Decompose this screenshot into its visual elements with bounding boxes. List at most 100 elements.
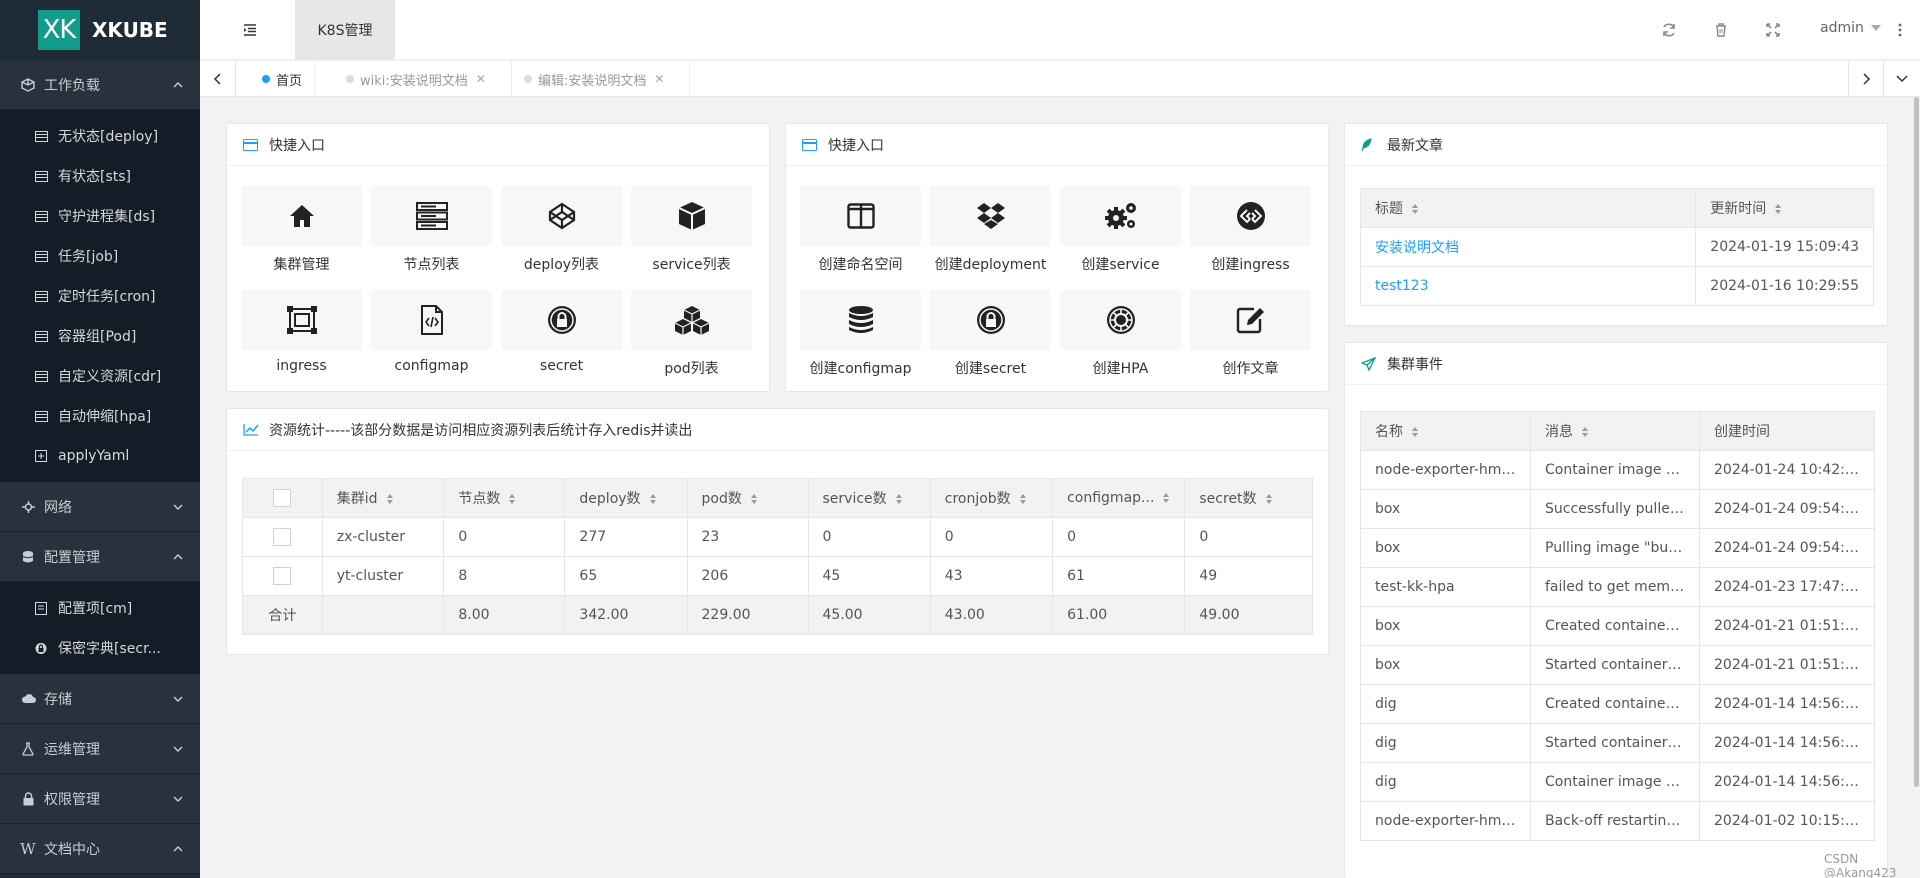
quick-create-service[interactable]: 创建service — [1060, 186, 1181, 290]
tab-scroll-left[interactable] — [200, 61, 236, 97]
column-header[interactable]: 标题 — [1359, 188, 1697, 228]
tab-k8s-manage[interactable]: K8S管理 — [295, 0, 395, 60]
tab-close-icon[interactable]: ✕ — [654, 72, 664, 86]
tab-home[interactable]: 首页 — [250, 61, 316, 97]
quick-service-list[interactable]: service列表 — [631, 186, 752, 290]
sort-icon[interactable] — [895, 493, 903, 505]
table-row[interactable]: 安装说明文档 2024-01-19 15:09:43 — [1359, 227, 1874, 267]
quick-pod-list[interactable]: pod列表 — [631, 290, 752, 394]
column-header[interactable]: secret数 — [1184, 478, 1313, 518]
sort-icon[interactable] — [1581, 426, 1589, 438]
column-header[interactable]: deploy数 — [564, 478, 688, 518]
tab-close-icon[interactable]: ✕ — [476, 72, 486, 86]
table-row[interactable]: zx-cluster 0 277 23 0 0 0 0 — [242, 517, 1313, 557]
column-header[interactable]: 节点数 — [443, 478, 566, 518]
nav-group-docs[interactable]: W 文档中心 — [0, 824, 200, 874]
column-header[interactable]: pod数 — [686, 478, 809, 518]
tab-scroll-right[interactable] — [1848, 61, 1884, 97]
nav-group-workload[interactable]: 工作负载 — [0, 60, 200, 110]
sort-icon[interactable] — [386, 493, 394, 505]
sort-icon[interactable] — [1265, 493, 1273, 505]
sort-icon[interactable] — [1411, 203, 1419, 215]
page-scrollbar-thumb[interactable] — [1914, 97, 1919, 787]
nav-group-network[interactable]: 网络 — [0, 482, 200, 532]
refresh-icon[interactable] — [1661, 22, 1677, 38]
table-row[interactable]: test-kk-hpa failed to get memor... 2024-01… — [1360, 567, 1875, 607]
quick-deploy-list[interactable]: deploy列表 — [501, 186, 622, 290]
sidebar-item-cdr[interactable]: 自定义资源[cdr] — [0, 356, 200, 396]
article-link-cell[interactable]: 安装说明文档 — [1359, 227, 1697, 267]
table-row[interactable]: box Pulling image "busy... 2024-01-24 09:5… — [1360, 528, 1875, 568]
quick-configmap[interactable]: configmap — [371, 290, 492, 394]
column-header[interactable]: 消息 — [1530, 411, 1700, 451]
table-row[interactable]: test123 2024-01-16 10:29:55 — [1359, 266, 1874, 306]
quick-secret[interactable]: secret — [501, 290, 622, 394]
sidebar-item-cron[interactable]: 定时任务[cron] — [0, 276, 200, 316]
tab-wiki[interactable]: wiki:安装说明文档 ✕ — [334, 61, 512, 97]
quick-create-ingress[interactable]: 创建ingress — [1190, 186, 1311, 290]
column-header[interactable]: service数 — [807, 478, 931, 518]
column-header[interactable]: cronjob数 — [929, 478, 1054, 518]
sidebar-item-sts[interactable]: 有状态[sts] — [0, 156, 200, 196]
nav-group-auth[interactable]: 权限管理 — [0, 774, 200, 824]
column-header[interactable]: configmap... — [1052, 478, 1186, 518]
tab-menu[interactable] — [1884, 61, 1920, 97]
fullscreen-icon[interactable] — [1765, 22, 1781, 38]
quick-create-hpa[interactable]: 创建HPA — [1060, 290, 1181, 394]
checkbox[interactable] — [273, 489, 292, 507]
quick-create-deployment[interactable]: 创建deployment — [930, 186, 1051, 290]
table-row[interactable]: box Started container box 2024-01-21 01:51… — [1360, 645, 1875, 685]
table-row[interactable]: dig Created container dig 2024-01-14 14:56… — [1360, 684, 1875, 724]
logo[interactable]: XK XKUBE — [0, 0, 200, 60]
nav-group-ops[interactable]: 运维管理 — [0, 724, 200, 774]
quick-cluster-manage[interactable]: 集群管理 — [241, 186, 362, 290]
table-row[interactable]: box Successfully pulled ... 2024-01-24 09:… — [1360, 489, 1875, 529]
sort-icon[interactable] — [750, 493, 758, 505]
sort-icon[interactable] — [1019, 493, 1027, 505]
table-row[interactable]: node-exporter-hmz2v Back-off restarting f… — [1360, 801, 1875, 841]
checkbox[interactable] — [273, 528, 292, 546]
table-row[interactable]: yt-cluster 8 65 206 45 43 61 49 — [242, 556, 1313, 596]
user-menu[interactable]: admin — [1820, 20, 1882, 36]
table-row[interactable]: box Created container box 2024-01-21 01:51… — [1360, 606, 1875, 646]
sort-icon[interactable] — [1411, 426, 1419, 438]
table-row[interactable]: node-exporter-hmz2v Container image "p...… — [1360, 450, 1875, 490]
column-header[interactable]: 集群id — [321, 478, 445, 518]
row-checkbox-cell[interactable] — [242, 517, 323, 557]
column-header[interactable]: 更新时间 — [1695, 188, 1874, 228]
sort-icon[interactable] — [1162, 492, 1170, 504]
table-row[interactable]: dig Container image "d... 2024-01-14 14:56… — [1360, 762, 1875, 802]
column-header[interactable]: 名称 — [1360, 411, 1531, 451]
quick-node-list[interactable]: 节点列表 — [371, 186, 492, 290]
sidebar-item-job[interactable]: 任务[job] — [0, 236, 200, 276]
tab-edit[interactable]: 编辑:安装说明文档 ✕ — [512, 61, 690, 97]
sidebar-item-cm[interactable]: 配置项[cm] — [0, 588, 200, 628]
sidebar-item-deploy[interactable]: 无状态[deploy] — [0, 116, 200, 156]
sidebar-item-ds[interactable]: 守护进程集[ds] — [0, 196, 200, 236]
article-link-cell[interactable]: test123 — [1359, 266, 1697, 306]
column-header[interactable]: 创建时间 — [1699, 411, 1875, 451]
nav-group-config[interactable]: 配置管理 — [0, 532, 200, 582]
more-vertical-icon[interactable] — [1892, 22, 1908, 38]
sort-icon[interactable] — [1774, 203, 1782, 215]
checkbox[interactable] — [273, 567, 292, 585]
sort-icon[interactable] — [649, 493, 657, 505]
article-link[interactable]: test123 — [1375, 278, 1429, 294]
sidebar-item-applyyaml[interactable]: applyYaml — [0, 436, 200, 476]
quick-create-secret[interactable]: 创建secret — [930, 290, 1051, 394]
nav-group-storage[interactable]: 存储 — [0, 674, 200, 724]
table-row[interactable]: dig Started container dig 2024-01-14 14:56… — [1360, 723, 1875, 763]
quick-create-configmap[interactable]: 创建configmap — [800, 290, 921, 394]
row-checkbox-cell[interactable] — [242, 556, 323, 596]
menu-fold-icon[interactable] — [242, 22, 258, 38]
sort-icon[interactable] — [508, 493, 516, 505]
quick-create-namespace[interactable]: 创建命名空间 — [800, 186, 921, 290]
trash-icon[interactable] — [1713, 22, 1729, 38]
article-link[interactable]: 安装说明文档 — [1375, 240, 1459, 256]
quick-create-article[interactable]: 创作文章 — [1190, 290, 1311, 394]
select-all-checkbox[interactable] — [242, 478, 323, 518]
sidebar-item-pod[interactable]: 容器组[Pod] — [0, 316, 200, 356]
sidebar-item-hpa[interactable]: 自动伸缩[hpa] — [0, 396, 200, 436]
sidebar-item-secret[interactable]: 保密字典[secr... — [0, 628, 200, 668]
quick-ingress[interactable]: ingress — [241, 290, 362, 394]
